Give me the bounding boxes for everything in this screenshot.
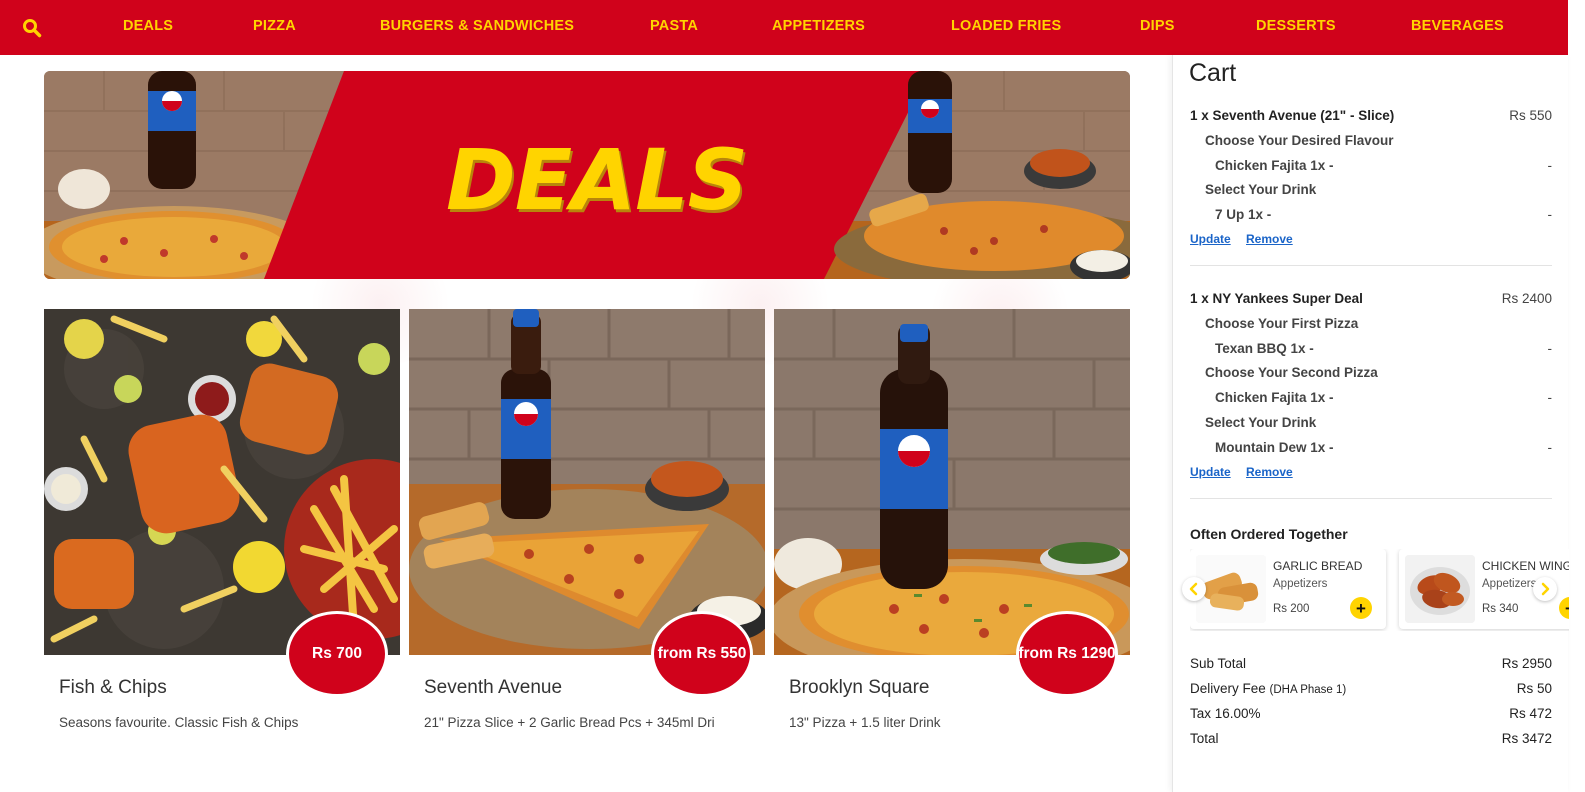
suggestion-image (1196, 555, 1266, 623)
cart-option-choice: Chicken Fajita 1x - - (1190, 158, 1552, 173)
divider (1190, 265, 1552, 266)
suggestion-carousel: GARLIC BREAD Appetizers Rs 200 + CHICKEN… (1190, 549, 1569, 631)
option-label-text: Select Your Drink (1205, 182, 1317, 197)
suggestion-name: GARLIC BREAD (1273, 559, 1363, 573)
delivery-fee-label-group: Delivery Fee (DHA Phase 1) (1190, 681, 1346, 696)
total-value: Rs 3472 (1501, 731, 1552, 746)
update-link[interactable]: Update (1190, 232, 1231, 246)
suggestion-category: Appetizers (1273, 578, 1328, 590)
cart-option-choice: Texan BBQ 1x - - (1190, 341, 1552, 356)
cart-item-price: Rs 2400 (1501, 291, 1552, 306)
cart-option-label: Select Your Drink (1190, 415, 1552, 430)
delivery-fee-row: Delivery Fee (DHA Phase 1) Rs 50 (1190, 681, 1552, 696)
nav-item-beverages[interactable]: BEVERAGES (1411, 18, 1504, 34)
option-choice-price: - (1547, 390, 1553, 405)
suggestion-image (1405, 555, 1475, 623)
product-card-seventh-avenue[interactable]: from Rs 550 Seventh Avenue 21" Pizza Sli… (409, 309, 765, 739)
nav-item-burgers-sandwiches[interactable]: BURGERS & SANDWICHES (380, 18, 574, 34)
menu-section: DEALS Rs 700 Fish & Chips Seasons favour… (0, 55, 1172, 792)
update-link[interactable]: Update (1190, 465, 1231, 479)
top-nav-bar: DEALS PIZZA BURGERS & SANDWICHES PASTA A… (0, 0, 1568, 55)
total-label: Total (1190, 731, 1219, 746)
divider (1190, 498, 1552, 499)
product-description: Seasons favourite. Classic Fish & Chips (59, 715, 299, 730)
deals-banner: DEALS (44, 71, 1130, 279)
product-image[interactable] (409, 309, 765, 655)
suggestion-price: Rs 340 (1482, 603, 1519, 615)
tax-row: Tax 16.00% Rs 472 (1190, 706, 1552, 721)
nav-item-pizza[interactable]: PIZZA (253, 18, 296, 34)
subtotal-row: Sub Total Rs 2950 (1190, 656, 1552, 671)
carousel-next-icon[interactable] (1533, 577, 1557, 601)
cart-item-actions: Update Remove (1190, 232, 1305, 246)
option-choice-price: - (1547, 440, 1553, 455)
often-ordered-title: Often Ordered Together (1190, 526, 1348, 542)
cart-option-label: Choose Your First Pizza (1190, 316, 1552, 331)
product-image[interactable] (774, 309, 1130, 655)
nav-item-dips[interactable]: DIPS (1140, 18, 1175, 34)
product-description: 21" Pizza Slice + 2 Garlic Bread Pcs + 3… (424, 715, 715, 730)
cart-item-actions: Update Remove (1190, 465, 1305, 479)
cart-option-label: Select Your Drink (1190, 182, 1552, 197)
subtotal-label: Sub Total (1190, 656, 1247, 671)
cart-option-label: Choose Your Second Pizza (1190, 365, 1552, 380)
option-choice-price: - (1547, 158, 1553, 173)
cart-title: Cart (1189, 59, 1237, 87)
option-label-text: Choose Your Desired Flavour (1205, 133, 1394, 148)
product-name[interactable]: Brooklyn Square (789, 677, 929, 699)
option-label-text: Choose Your First Pizza (1205, 316, 1359, 331)
delivery-fee-value: Rs 50 (1516, 681, 1552, 696)
remove-link[interactable]: Remove (1246, 465, 1293, 479)
cart-item-header: 1 x NY Yankees Super Deal Rs 2400 (1190, 291, 1552, 306)
cart-item-title: 1 x NY Yankees Super Deal (1190, 291, 1363, 306)
option-choice-price: - (1547, 207, 1553, 222)
option-label-text: Choose Your Second Pizza (1205, 365, 1378, 380)
remove-link[interactable]: Remove (1246, 232, 1293, 246)
delivery-area: (DHA Phase 1) (1269, 684, 1347, 696)
product-image[interactable] (44, 309, 400, 655)
total-row: Total Rs 3472 (1190, 731, 1552, 746)
option-choice-price: - (1547, 341, 1553, 356)
cart-option-label: Choose Your Desired Flavour (1190, 133, 1552, 148)
suggestion-name: CHICKEN WINGS (1482, 559, 1569, 573)
option-choice-text: Chicken Fajita 1x - (1215, 158, 1334, 173)
product-description: 13" Pizza + 1.5 liter Drink (789, 715, 941, 730)
nav-item-deals[interactable]: DEALS (123, 18, 173, 34)
price-badge: from Rs 1290 (1016, 611, 1118, 697)
nav-item-appetizers[interactable]: APPETIZERS (772, 18, 865, 34)
product-name[interactable]: Fish & Chips (59, 677, 167, 699)
add-to-cart-icon[interactable]: + (1559, 597, 1569, 619)
option-choice-text: Mountain Dew 1x - (1215, 440, 1334, 455)
cart-panel: Cart 1 x Seventh Avenue (21" - Slice) Rs… (1172, 55, 1569, 792)
suggestion-card-garlic-bread[interactable]: GARLIC BREAD Appetizers Rs 200 + (1190, 549, 1386, 629)
search-icon[interactable] (22, 18, 42, 38)
product-card-brooklyn-square[interactable]: from Rs 1290 Brooklyn Square 13" Pizza +… (774, 309, 1130, 739)
suggestion-price: Rs 200 (1273, 603, 1310, 615)
cart-option-choice: 7 Up 1x - - (1190, 207, 1552, 222)
subtotal-value: Rs 2950 (1501, 656, 1552, 671)
suggestion-category: Appetizers (1482, 578, 1537, 590)
price-badge: from Rs 550 (651, 611, 753, 697)
nav-item-pasta[interactable]: PASTA (650, 18, 698, 34)
add-to-cart-icon[interactable]: + (1350, 597, 1372, 619)
option-choice-text: Chicken Fajita 1x - (1215, 390, 1334, 405)
nav-item-loaded-fries[interactable]: LOADED FRIES (951, 18, 1061, 34)
cart-option-choice: Chicken Fajita 1x - - (1190, 390, 1552, 405)
option-choice-text: 7 Up 1x - (1215, 207, 1272, 222)
tax-label: Tax 16.00% (1190, 706, 1261, 721)
delivery-fee-label: Delivery Fee (1190, 681, 1266, 696)
tax-value: Rs 472 (1509, 706, 1552, 721)
option-choice-text: Texan BBQ 1x - (1215, 341, 1314, 356)
product-card-fish-chips[interactable]: Rs 700 Fish & Chips Seasons favourite. C… (44, 309, 400, 739)
cart-option-choice: Mountain Dew 1x - - (1190, 440, 1552, 455)
carousel-prev-icon[interactable] (1182, 577, 1206, 601)
price-badge: Rs 700 (286, 611, 388, 697)
nav-item-desserts[interactable]: DESSERTS (1256, 18, 1336, 34)
product-name[interactable]: Seventh Avenue (424, 677, 562, 699)
cart-item-title: 1 x Seventh Avenue (21" - Slice) (1190, 108, 1395, 123)
cart-item-price: Rs 550 (1509, 108, 1552, 123)
banner-title: DEALS (446, 131, 748, 229)
option-label-text: Select Your Drink (1205, 415, 1317, 430)
cart-item-header: 1 x Seventh Avenue (21" - Slice) Rs 550 (1190, 108, 1552, 123)
